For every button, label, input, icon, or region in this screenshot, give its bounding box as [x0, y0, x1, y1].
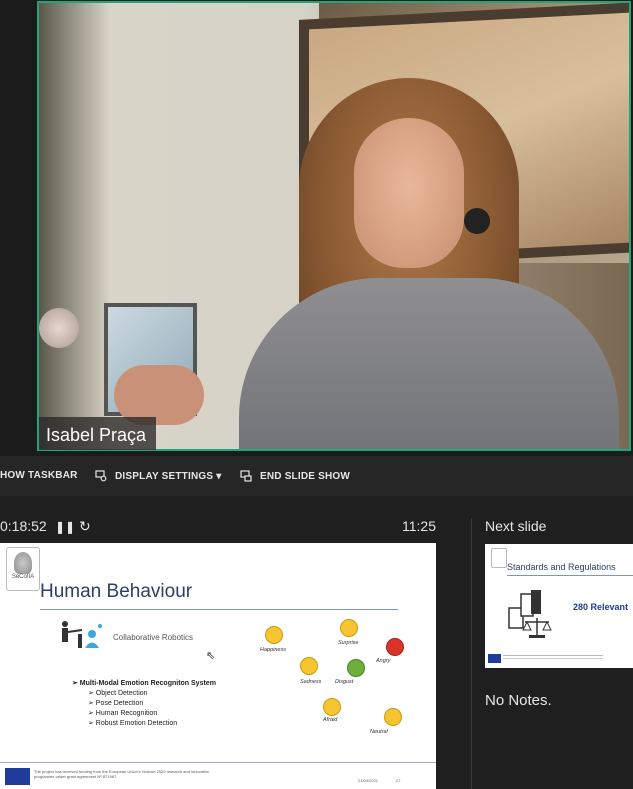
presenter-panel: 0:18:52 ❚❚ ↻ 11:25 Next slide No Notes. …: [0, 496, 633, 789]
surprise-emoji-icon: [340, 619, 358, 637]
display-settings-icon: [95, 470, 107, 482]
title-divider: [40, 609, 398, 610]
bullet-pose-detection: ➢ Pose Detection: [88, 700, 144, 707]
slide-date: 21/04/2021: [358, 778, 379, 783]
end-slide-show-label: END SLIDE SHOW: [260, 470, 351, 482]
sadness-label: Sadness: [300, 679, 322, 685]
sadness-emoji-icon: [300, 657, 318, 675]
eu-flag-icon: [5, 768, 30, 785]
mouse-cursor-icon: ⇖: [206, 650, 216, 662]
emotion-system-heading: ➢ Multi-Modal Emotion Recogniton System: [72, 680, 216, 687]
elapsed-timer: 0:18:52: [0, 518, 47, 534]
surprise-label: Surprise: [338, 640, 359, 646]
flower-decoration: [39, 308, 79, 348]
bullet-human-recognition: ➢ Human Recognition: [88, 710, 158, 717]
end-slide-show-button[interactable]: END SLIDE SHOW: [240, 470, 350, 482]
participant-figure: [239, 78, 619, 449]
panel-divider: [471, 518, 472, 789]
angry-emoji-icon: [386, 638, 404, 656]
next-slide-label: Next slide: [485, 518, 547, 534]
regulations-icon: [508, 590, 552, 638]
disgust-emoji-icon: [347, 659, 365, 677]
video-area: Isabel Praça: [0, 0, 633, 456]
pause-icon[interactable]: ❚❚: [55, 520, 75, 534]
current-slide[interactable]: SeCoIIA Human Behaviour Collaborative Ro…: [0, 543, 436, 789]
next-slide-relevant-count: 280 Relevant: [573, 602, 629, 612]
participant-video[interactable]: [37, 1, 631, 451]
next-slide-preview[interactable]: Standards and Regulations 280 Relevant: [485, 544, 633, 668]
happiness-label: Happiness: [260, 647, 286, 653]
headset-microphone: [464, 208, 490, 234]
next-slide-eu-flag-icon: [488, 654, 501, 663]
show-taskbar-button[interactable]: HOW TASKBAR: [0, 470, 78, 481]
afraid-label: Afraid: [323, 717, 338, 723]
secoiia-logo: SeCoIIA: [6, 547, 40, 591]
footer-divider: [0, 762, 436, 763]
end-slide-show-icon: [240, 470, 252, 482]
afraid-emoji-icon: [323, 698, 341, 716]
neutral-label: Neutral: [370, 729, 388, 735]
next-slide-logo: [491, 548, 507, 568]
bullet-object-detection: ➢ Object Detection: [88, 690, 148, 697]
bullet-robust-emotion: ➢ Robust Emotion Detection: [88, 720, 178, 727]
next-slide-footer-lines: [503, 655, 603, 656]
participant-hand: [114, 365, 204, 425]
slide-title: Human Behaviour: [40, 581, 193, 602]
notes-area[interactable]: No Notes.: [485, 692, 552, 709]
show-taskbar-label: HOW TASKBAR: [0, 470, 78, 481]
logo-text: SeCoIIA: [11, 574, 35, 580]
next-slide-title: Standards and Regulations: [507, 562, 616, 572]
display-settings-button[interactable]: DISPLAY SETTINGS ▾: [95, 470, 221, 482]
display-settings-label: DISPLAY SETTINGS ▾: [115, 470, 222, 482]
reset-icon[interactable]: ↻: [79, 518, 91, 535]
neutral-emoji-icon: [384, 708, 402, 726]
slideshow-toolbar: HOW TASKBAR DISPLAY SETTINGS ▾ END SLIDE…: [0, 456, 633, 496]
slide-page-number: 27: [396, 778, 401, 783]
clock: 11:25: [402, 518, 436, 534]
happiness-emoji-icon: [265, 626, 283, 644]
funding-notice: The project has received funding from th…: [34, 769, 210, 779]
participant-name-tag: Isabel Praça: [39, 417, 157, 450]
next-slide-title-divider: [507, 575, 633, 576]
robot-human-icon: [62, 621, 102, 648]
collaborative-robotics-label: Collaborative Robotics: [113, 633, 194, 642]
angry-label: Angry: [376, 658, 391, 664]
disgust-label: Disgust: [335, 679, 354, 685]
